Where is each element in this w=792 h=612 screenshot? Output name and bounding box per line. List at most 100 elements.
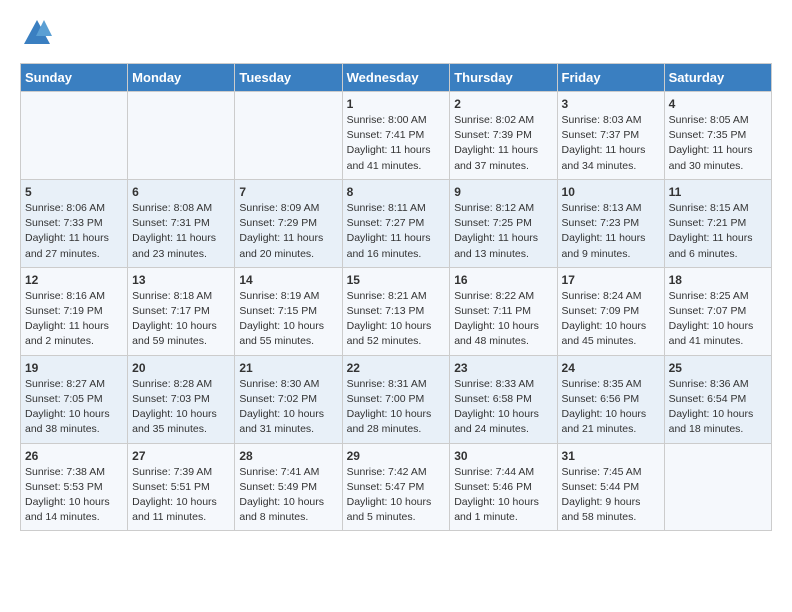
- day-info: Sunrise: 8:03 AM Sunset: 7:37 PM Dayligh…: [562, 113, 660, 174]
- day-of-week-header: Tuesday: [235, 64, 342, 92]
- calendar-cell: 7Sunrise: 8:09 AM Sunset: 7:29 PM Daylig…: [235, 179, 342, 267]
- calendar-cell: 25 Sunrise: 8:36 AM Sunset: 6:54 PM Dayli…: [664, 355, 771, 443]
- calendar-cell: 6 Sunrise: 8:08 AM Sunset: 7:31 PM Daylig…: [128, 179, 235, 267]
- day-number: 3: [562, 97, 660, 111]
- day-number: 15: [347, 273, 446, 287]
- calendar-week-row: 5Sunrise: 8:06 AM Sunset: 7:33 PM Daylig…: [21, 179, 772, 267]
- day-info: Sunrise: 8:13 AM Sunset: 7:23 PM Dayligh…: [562, 201, 660, 262]
- calendar-cell: 9 Sunrise: 8:12 AM Sunset: 7:25 PM Daylig…: [450, 179, 557, 267]
- day-number: 2: [454, 97, 552, 111]
- calendar-cell: [235, 92, 342, 180]
- calendar-cell: 19 Sunrise: 8:27 AM Sunset: 7:05 PM Dayli…: [21, 355, 128, 443]
- day-number: 31: [562, 449, 660, 463]
- calendar-header-row: SundayMondayTuesdayWednesdayThursdayFrid…: [21, 64, 772, 92]
- calendar-cell: 4Sunrise: 8:05 AM Sunset: 7:35 PM Daylig…: [664, 92, 771, 180]
- day-info: Sunrise: 8:33 AM Sunset: 6:58 PM Dayligh…: [454, 377, 552, 438]
- day-info: Sunrise: 8:11 AM Sunset: 7:27 PM Dayligh…: [347, 201, 446, 262]
- day-info: Sunrise: 7:38 AM Sunset: 5:53 PM Dayligh…: [25, 465, 123, 526]
- calendar-cell: 1 Sunrise: 8:00 AM Sunset: 7:41 PM Daylig…: [342, 92, 450, 180]
- day-info: Sunrise: 7:41 AM Sunset: 5:49 PM Dayligh…: [239, 465, 337, 526]
- calendar-cell: 8 Sunrise: 8:11 AM Sunset: 7:27 PM Daylig…: [342, 179, 450, 267]
- day-number: 8: [347, 185, 446, 199]
- calendar-cell: 10 Sunrise: 8:13 AM Sunset: 7:23 PM Dayli…: [557, 179, 664, 267]
- day-of-week-header: Sunday: [21, 64, 128, 92]
- calendar-cell: 31 Sunrise: 7:45 AM Sunset: 5:44 PM Dayli…: [557, 443, 664, 531]
- day-info: Sunrise: 8:00 AM Sunset: 7:41 PM Dayligh…: [347, 113, 446, 174]
- day-info: Sunrise: 7:42 AM Sunset: 5:47 PM Dayligh…: [347, 465, 446, 526]
- day-info: Sunrise: 7:45 AM Sunset: 5:44 PM Dayligh…: [562, 465, 660, 526]
- calendar-cell: 17 Sunrise: 8:24 AM Sunset: 7:09 PM Dayli…: [557, 267, 664, 355]
- day-info: Sunrise: 8:28 AM Sunset: 7:03 PM Dayligh…: [132, 377, 230, 438]
- day-number: 1: [347, 97, 446, 111]
- day-info: Sunrise: 7:39 AM Sunset: 5:51 PM Dayligh…: [132, 465, 230, 526]
- calendar-cell: [664, 443, 771, 531]
- day-number: 10: [562, 185, 660, 199]
- day-info: Sunrise: 8:35 AM Sunset: 6:56 PM Dayligh…: [562, 377, 660, 438]
- day-info: Sunrise: 8:22 AM Sunset: 7:11 PM Dayligh…: [454, 289, 552, 350]
- day-of-week-header: Thursday: [450, 64, 557, 92]
- calendar-cell: 23 Sunrise: 8:33 AM Sunset: 6:58 PM Dayli…: [450, 355, 557, 443]
- day-info: Sunrise: 8:25 AM Sunset: 7:07 PM Dayligh…: [669, 289, 767, 350]
- day-number: 12: [25, 273, 123, 287]
- calendar-week-row: 19 Sunrise: 8:27 AM Sunset: 7:05 PM Dayli…: [21, 355, 772, 443]
- calendar-cell: 24 Sunrise: 8:35 AM Sunset: 6:56 PM Dayli…: [557, 355, 664, 443]
- day-of-week-header: Monday: [128, 64, 235, 92]
- calendar-cell: [21, 92, 128, 180]
- page-header: [20, 20, 772, 53]
- day-number: 13: [132, 273, 230, 287]
- day-of-week-header: Saturday: [664, 64, 771, 92]
- calendar-table: SundayMondayTuesdayWednesdayThursdayFrid…: [20, 63, 772, 531]
- day-number: 29: [347, 449, 446, 463]
- calendar-cell: 30 Sunrise: 7:44 AM Sunset: 5:46 PM Dayli…: [450, 443, 557, 531]
- calendar-cell: [128, 92, 235, 180]
- day-info: Sunrise: 7:44 AM Sunset: 5:46 PM Dayligh…: [454, 465, 552, 526]
- day-number: 18: [669, 273, 767, 287]
- calendar-cell: 27 Sunrise: 7:39 AM Sunset: 5:51 PM Dayli…: [128, 443, 235, 531]
- day-number: 24: [562, 361, 660, 375]
- day-number: 27: [132, 449, 230, 463]
- calendar-cell: 20 Sunrise: 8:28 AM Sunset: 7:03 PM Dayli…: [128, 355, 235, 443]
- day-info: Sunrise: 8:09 AM Sunset: 7:29 PM Dayligh…: [239, 201, 337, 262]
- day-info: Sunrise: 8:15 AM Sunset: 7:21 PM Dayligh…: [669, 201, 767, 262]
- calendar-cell: 21 Sunrise: 8:30 AM Sunset: 7:02 PM Dayli…: [235, 355, 342, 443]
- day-info: Sunrise: 8:31 AM Sunset: 7:00 PM Dayligh…: [347, 377, 446, 438]
- day-number: 17: [562, 273, 660, 287]
- calendar-cell: 15 Sunrise: 8:21 AM Sunset: 7:13 PM Dayli…: [342, 267, 450, 355]
- day-info: Sunrise: 8:24 AM Sunset: 7:09 PM Dayligh…: [562, 289, 660, 350]
- day-number: 22: [347, 361, 446, 375]
- day-number: 11: [669, 185, 767, 199]
- day-info: Sunrise: 8:27 AM Sunset: 7:05 PM Dayligh…: [25, 377, 123, 438]
- day-number: 25: [669, 361, 767, 375]
- day-info: Sunrise: 8:12 AM Sunset: 7:25 PM Dayligh…: [454, 201, 552, 262]
- day-number: 9: [454, 185, 552, 199]
- day-info: Sunrise: 8:21 AM Sunset: 7:13 PM Dayligh…: [347, 289, 446, 350]
- calendar-cell: 28 Sunrise: 7:41 AM Sunset: 5:49 PM Dayli…: [235, 443, 342, 531]
- calendar-cell: 3 Sunrise: 8:03 AM Sunset: 7:37 PM Daylig…: [557, 92, 664, 180]
- day-info: Sunrise: 8:36 AM Sunset: 6:54 PM Dayligh…: [669, 377, 767, 438]
- day-number: 23: [454, 361, 552, 375]
- calendar-cell: 2 Sunrise: 8:02 AM Sunset: 7:39 PM Daylig…: [450, 92, 557, 180]
- calendar-cell: 13Sunrise: 8:18 AM Sunset: 7:17 PM Dayli…: [128, 267, 235, 355]
- day-number: 19: [25, 361, 123, 375]
- day-info: Sunrise: 8:08 AM Sunset: 7:31 PM Dayligh…: [132, 201, 230, 262]
- day-info: Sunrise: 8:02 AM Sunset: 7:39 PM Dayligh…: [454, 113, 552, 174]
- day-number: 28: [239, 449, 337, 463]
- calendar-cell: 14Sunrise: 8:19 AM Sunset: 7:15 PM Dayli…: [235, 267, 342, 355]
- day-number: 30: [454, 449, 552, 463]
- day-number: 16: [454, 273, 552, 287]
- calendar-cell: 29 Sunrise: 7:42 AM Sunset: 5:47 PM Dayli…: [342, 443, 450, 531]
- calendar-week-row: 12 Sunrise: 8:16 AM Sunset: 7:19 PM Dayli…: [21, 267, 772, 355]
- day-number: 21: [239, 361, 337, 375]
- day-info: Sunrise: 8:05 AM Sunset: 7:35 PM Dayligh…: [669, 113, 767, 174]
- logo-icon: [22, 18, 52, 46]
- calendar-cell: 22 Sunrise: 8:31 AM Sunset: 7:00 PM Dayli…: [342, 355, 450, 443]
- day-number: 26: [25, 449, 123, 463]
- calendar-cell: 5Sunrise: 8:06 AM Sunset: 7:33 PM Daylig…: [21, 179, 128, 267]
- day-of-week-header: Wednesday: [342, 64, 450, 92]
- day-number: 20: [132, 361, 230, 375]
- day-info: Sunrise: 8:19 AM Sunset: 7:15 PM Dayligh…: [239, 289, 337, 350]
- calendar-cell: 16 Sunrise: 8:22 AM Sunset: 7:11 PM Dayli…: [450, 267, 557, 355]
- day-number: 6: [132, 185, 230, 199]
- day-info: Sunrise: 8:30 AM Sunset: 7:02 PM Dayligh…: [239, 377, 337, 438]
- day-info: Sunrise: 8:16 AM Sunset: 7:19 PM Dayligh…: [25, 289, 123, 350]
